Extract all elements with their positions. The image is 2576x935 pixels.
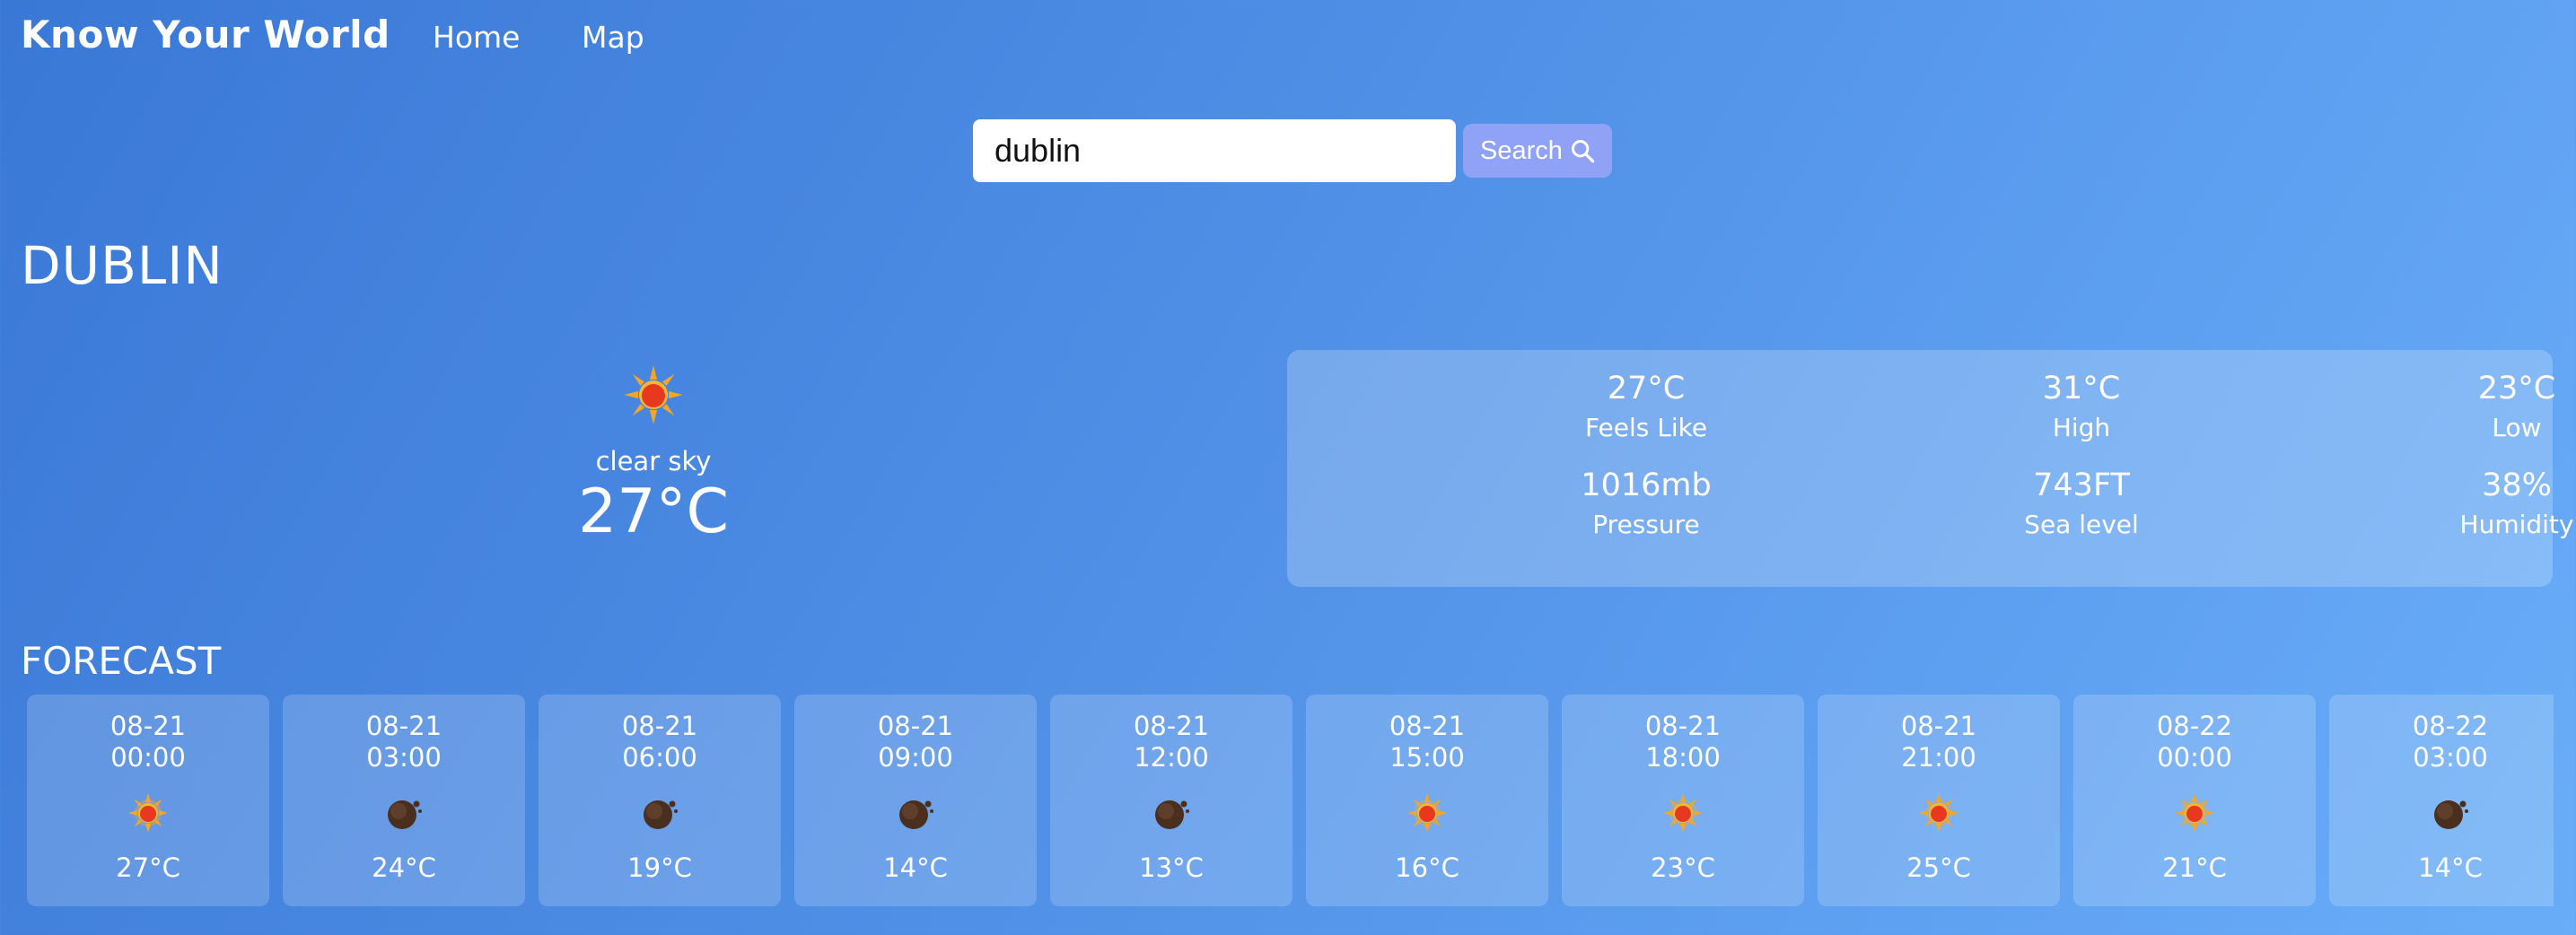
forecast-temperature: 25°C	[1906, 852, 1971, 883]
detail-label: High	[2052, 413, 2111, 442]
weather-description: clear sky	[595, 446, 712, 476]
moon-icon	[2434, 800, 2468, 829]
sun-icon	[1407, 792, 1447, 833]
search-input[interactable]	[973, 119, 1456, 182]
detail-value: 743FT	[2033, 468, 2130, 503]
forecast-time: 03:00	[366, 741, 442, 773]
forecast-card[interactable]: 08-22 00:00 21°C	[2073, 695, 2316, 906]
search-button[interactable]: Search	[1463, 124, 1612, 178]
detail-value: 31°C	[2042, 371, 2121, 406]
detail-pressure: 1016mb Pressure	[1485, 467, 1808, 539]
forecast-time: 18:00	[1645, 741, 1721, 773]
detail-high: 31°C High	[1920, 370, 2243, 442]
forecast-card[interactable]: 08-21 21:00 25°C	[1818, 695, 2060, 906]
detail-label: Pressure	[1592, 510, 1700, 539]
forecast-date: 08-21	[1900, 711, 1977, 741]
sun-icon	[624, 365, 683, 424]
forecast-card[interactable]: 08-21 00:00 27°C	[27, 695, 269, 906]
forecast-time: 15:00	[1389, 741, 1465, 773]
forecast-temperature: 14°C	[2418, 852, 2483, 883]
forecast-date: 08-21	[110, 711, 187, 741]
detail-label: Feels Like	[1584, 413, 1708, 442]
forecast-card[interactable]: 08-21 09:00 14°C	[794, 695, 1037, 906]
forecast-date: 08-21	[365, 711, 442, 741]
forecast-date: 08-21	[1644, 711, 1722, 741]
forecast-temperature: 27°C	[116, 852, 180, 883]
search-bar: Search	[973, 119, 1612, 182]
forecast-temperature: 19°C	[627, 852, 692, 883]
sun-icon	[1919, 792, 1958, 833]
detail-low: 23°C Low	[2355, 370, 2576, 442]
detail-value: 1016mb	[1581, 468, 1712, 503]
moon-icon	[388, 800, 422, 829]
forecast-card[interactable]: 08-21 12:00 13°C	[1050, 695, 1292, 906]
sun-icon	[2175, 792, 2214, 833]
weather-details-panel: 27°C Feels Like 31°C High 23°C Low 1016m…	[1287, 350, 2573, 587]
detail-value: 23°C	[2477, 371, 2556, 406]
forecast-time: 00:00	[2157, 741, 2232, 773]
forecast-temperature: 14°C	[883, 852, 948, 883]
forecast-card[interactable]: 08-22 03:00 14°C	[2329, 695, 2554, 906]
nav-link-map[interactable]: Map	[582, 20, 644, 55]
forecast-card[interactable]: 08-21 03:00 24°C	[283, 695, 525, 906]
forecast-time: 00:00	[110, 741, 186, 773]
detail-feels-like: 27°C Feels Like	[1485, 370, 1808, 442]
navbar: Know Your World Home Map	[0, 0, 2576, 77]
forecast-temperature: 23°C	[1651, 852, 1715, 883]
forecast-date: 08-21	[1389, 711, 1466, 741]
forecast-date: 08-21	[1133, 711, 1210, 741]
forecast-date: 08-21	[621, 711, 698, 741]
forecast-heading: FORECAST	[21, 639, 222, 683]
forecast-date: 08-21	[877, 711, 954, 741]
forecast-time: 21:00	[1901, 741, 1976, 773]
detail-label: Sea level	[2024, 510, 2139, 539]
forecast-time: 12:00	[1134, 741, 1209, 773]
detail-sea-level: 743FT Sea level	[1920, 467, 2243, 539]
search-button-label: Search	[1480, 135, 1563, 165]
current-temperature: 27°C	[577, 476, 729, 547]
forecast-time: 06:00	[622, 741, 697, 773]
detail-value: 27°C	[1607, 371, 1686, 406]
detail-label: Humidity	[2459, 510, 2574, 539]
moon-icon	[644, 800, 678, 829]
detail-label: Low	[2492, 413, 2542, 442]
forecast-temperature: 21°C	[2162, 852, 2227, 883]
forecast-time: 03:00	[2413, 741, 2488, 773]
sun-icon	[1663, 792, 1703, 833]
current-weather: clear sky 27°C	[474, 363, 833, 543]
detail-humidity: 38% Humidity	[2355, 467, 2576, 539]
nav-link-home[interactable]: Home	[433, 20, 520, 55]
forecast-temperature: 24°C	[372, 852, 436, 883]
forecast-temperature: 16°C	[1395, 852, 1459, 883]
moon-icon	[1155, 800, 1189, 829]
search-icon	[1571, 139, 1595, 163]
forecast-date: 08-22	[2412, 711, 2489, 741]
forecast-date: 08-22	[2156, 711, 2233, 741]
forecast-time: 09:00	[878, 741, 953, 773]
forecast-card[interactable]: 08-21 15:00 16°C	[1306, 695, 1548, 906]
forecast-card[interactable]: 08-21 18:00 23°C	[1562, 695, 1804, 906]
detail-value: 38%	[2482, 468, 2552, 503]
moon-icon	[899, 800, 933, 829]
forecast-list[interactable]: 08-21 00:00 27°C 08-21 03:00 24°C 08-21 06:00 19…	[27, 695, 2554, 906]
brand-title[interactable]: Know Your World	[21, 13, 390, 57]
sun-icon	[128, 792, 168, 833]
city-name: DUBLIN	[21, 235, 223, 296]
forecast-card[interactable]: 08-21 06:00 19°C	[539, 695, 781, 906]
forecast-temperature: 13°C	[1139, 852, 1204, 883]
